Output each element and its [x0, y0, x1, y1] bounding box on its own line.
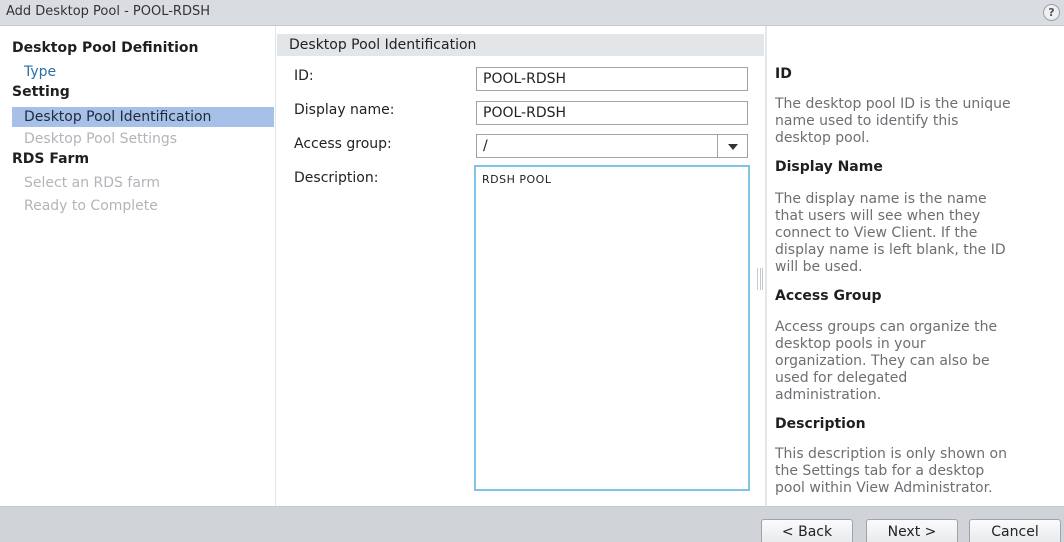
help-icon[interactable]: ? — [1043, 4, 1060, 21]
help-body-access-group: Access groups can organize the desktop p… — [775, 319, 998, 403]
nav-item-ready-to-complete: Ready to Complete — [24, 198, 158, 214]
id-input[interactable]: POOL-RDSH — [476, 67, 748, 91]
cancel-button[interactable]: Cancel — [969, 519, 1061, 542]
nav-section-setting: Setting — [12, 84, 70, 100]
nav-item-type[interactable]: Type — [12, 62, 274, 82]
nav-section-rds-farm: RDS Farm — [12, 151, 90, 167]
help-title-description: Description — [775, 416, 866, 432]
window-titlebar: Add Desktop Pool - POOL-RDSH ? — [0, 0, 1064, 26]
nav-item-select-rds-farm: Select an RDS farm — [24, 175, 161, 191]
form-section-header: Desktop Pool Identification — [277, 34, 764, 56]
help-body-display-name: The display name is the name that users … — [775, 191, 1006, 275]
nav-section-desktop-pool-definition: Desktop Pool Definition — [12, 40, 199, 56]
window-title: Add Desktop Pool - POOL-RDSH — [6, 4, 210, 19]
wizard-footer: < Back Next > Cancel — [0, 506, 1064, 542]
access-group-label: Access group: — [294, 136, 392, 152]
wizard-nav: Desktop Pool Definition Type Setting Des… — [0, 26, 276, 506]
help-panel: ID The desktop pool ID is the unique nam… — [767, 26, 1064, 506]
nav-item-desktop-pool-identification[interactable]: Desktop Pool Identification — [12, 107, 274, 127]
access-group-select[interactable]: / — [476, 134, 748, 158]
help-title-display-name: Display Name — [775, 159, 883, 175]
help-body-description: This description is only shown on the Se… — [775, 446, 1007, 496]
description-label: Description: — [294, 170, 379, 186]
chevron-down-icon[interactable] — [717, 135, 747, 157]
id-label: ID: — [294, 68, 314, 84]
display-name-input[interactable]: POOL-RDSH — [476, 101, 748, 125]
access-group-value: / — [483, 138, 488, 154]
back-button[interactable]: < Back — [761, 519, 853, 542]
splitter-grip-icon[interactable] — [757, 268, 763, 290]
display-name-label: Display name: — [294, 102, 395, 118]
next-button[interactable]: Next > — [866, 519, 958, 542]
description-textarea[interactable]: RDSH POOL — [474, 165, 750, 491]
help-body-id: The desktop pool ID is the unique name u… — [775, 96, 1011, 146]
help-title-access-group: Access Group — [775, 288, 882, 304]
nav-item-desktop-pool-settings: Desktop Pool Settings — [24, 131, 178, 147]
help-title-id: ID — [775, 66, 792, 82]
